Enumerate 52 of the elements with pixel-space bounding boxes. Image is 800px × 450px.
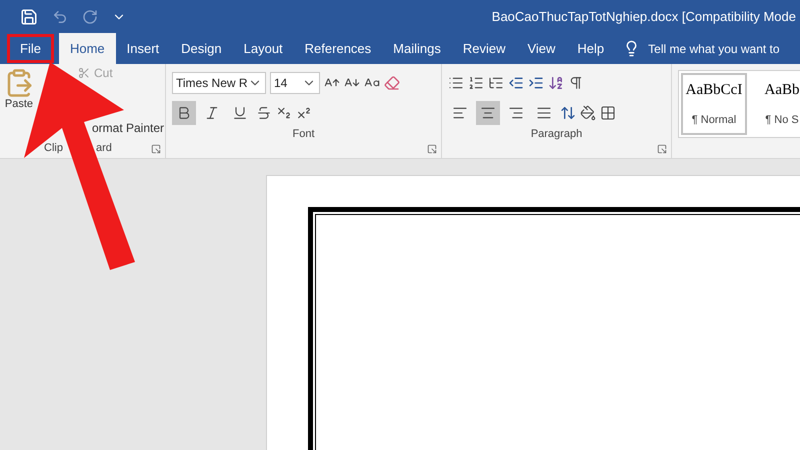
save-icon[interactable]: [20, 8, 38, 26]
dialog-launcher-icon[interactable]: [151, 144, 161, 154]
subscript-icon[interactable]: [276, 105, 292, 121]
pilcrow-icon[interactable]: [568, 75, 584, 91]
dialog-launcher-icon[interactable]: [427, 144, 437, 154]
ribbon-tab[interactable]: Mailings: [382, 33, 452, 64]
align-icon: [452, 105, 468, 121]
ribbon-tab[interactable]: Review: [452, 33, 516, 64]
group-label: Clip: [44, 142, 63, 154]
increase-indent-icon[interactable]: [528, 75, 544, 91]
paste-button[interactable]: Paste: [4, 68, 34, 110]
ribbon-tab[interactable]: References: [294, 33, 382, 64]
window-title: BaoCaoThucTapTotNghiep.docx [Compatibility Mode: [492, 9, 796, 24]
group-label: ard: [96, 142, 112, 154]
format-painter-button[interactable]: ormat Painter: [92, 121, 164, 135]
style-sample: AaBbCcI: [686, 82, 742, 100]
group-label: Font: [292, 128, 314, 140]
shading-icon[interactable]: [580, 105, 596, 121]
undo-icon[interactable]: [52, 8, 68, 24]
borders-icon[interactable]: [600, 105, 616, 121]
ribbon-tab[interactable]: Home: [58, 33, 116, 64]
align-icon: [508, 105, 524, 121]
superscript-icon[interactable]: [296, 105, 312, 121]
font-name-field[interactable]: Times New R: [172, 72, 266, 94]
style-sample: AaBb: [764, 82, 800, 100]
decrease-indent-icon[interactable]: [508, 75, 524, 91]
ribbon-tab[interactable]: Layout: [232, 33, 294, 64]
tell-me-search[interactable]: Tell me what you want to: [648, 42, 780, 56]
ribbon-tab[interactable]: Design: [170, 33, 233, 64]
align-button[interactable]: [476, 101, 500, 125]
group-label: Paragraph: [530, 128, 582, 140]
ribbon-tab[interactable]: Insert: [116, 33, 170, 64]
sort-icon[interactable]: [548, 75, 564, 91]
font-size-field[interactable]: 14: [270, 72, 320, 94]
underline-icon: [232, 105, 248, 121]
style-name: ¶ No S: [765, 114, 799, 126]
scissors-icon: [78, 67, 90, 79]
multilevel-list-icon[interactable]: [488, 75, 504, 91]
numbering-icon[interactable]: [468, 75, 484, 91]
redo-icon[interactable]: [82, 8, 98, 24]
line-spacing-icon[interactable]: [560, 105, 576, 121]
align-icon: [536, 105, 552, 121]
style-item[interactable]: AaBbCcI ¶ Normal: [681, 73, 747, 135]
style-name: ¶ Normal: [692, 114, 736, 126]
bold-button[interactable]: [172, 101, 196, 125]
strikethrough-icon[interactable]: [256, 105, 272, 121]
italic-icon: [204, 105, 220, 121]
file-tab[interactable]: File: [6, 33, 55, 64]
ribbon-tab[interactable]: Help: [566, 33, 616, 64]
ribbon-tab[interactable]: View: [516, 33, 566, 64]
align-icon: [480, 105, 496, 121]
dialog-launcher-icon[interactable]: [657, 144, 667, 154]
